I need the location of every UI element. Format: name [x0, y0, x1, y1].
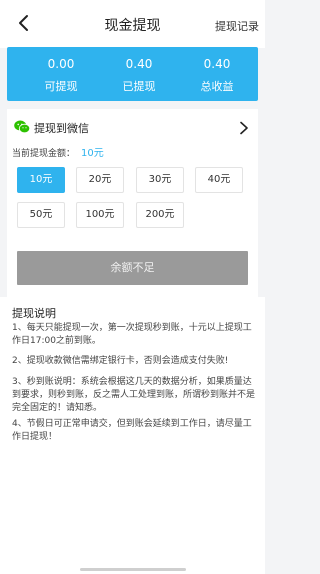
stat-value: 0.40 [125, 57, 153, 71]
nav-bar: 现金提现 提现记录 [0, 0, 265, 48]
withdraw-notes: 提现说明 1、每天只能提现一次，第一次提现秒到账，十元以上提现工作日17:00之… [0, 297, 265, 574]
wechat-icon [14, 120, 30, 134]
withdraw-method-label: 提现到微信 [34, 122, 89, 135]
withdraw-card: 提现到微信 当前提现金额： 10元 10元 20元 30元 40元 50元 100… [7, 109, 258, 297]
note-item: 1、每天只能提现一次，第一次提现秒到账，十元以上提现工作日17:00之前到账。 [12, 323, 252, 346]
stats-panel: 0.00 可提现 0.40 已提现 0.40 总收益 [7, 47, 258, 101]
home-indicator [80, 568, 186, 571]
amount-option-30[interactable]: 30元 [136, 167, 184, 193]
stat-value: 0.00 [47, 57, 75, 71]
current-amount-label: 当前提现金额： [12, 149, 76, 159]
amount-option-40[interactable]: 40元 [195, 167, 243, 193]
withdraw-submit-button[interactable]: 余额不足 [17, 251, 248, 285]
withdraw-method-row[interactable]: 提现到微信 [7, 109, 258, 143]
stat-value: 0.40 [203, 57, 231, 71]
amount-option-200[interactable]: 200元 [136, 202, 184, 228]
stat-label: 可提现 [44, 80, 78, 93]
amount-option-10[interactable]: 10元 [17, 167, 65, 193]
chevron-right-icon [240, 121, 248, 135]
withdraw-record-link[interactable]: 提现记录 [215, 18, 259, 34]
current-amount-value: 10元 [81, 148, 104, 159]
amount-option-100[interactable]: 100元 [76, 202, 124, 228]
stat-label: 已提现 [122, 80, 156, 93]
stat-label: 总收益 [200, 80, 234, 93]
note-item: 2、提现收款微信需绑定银行卡，否则会造成支付失败! [12, 356, 229, 366]
current-amount-row: 当前提现金额： 10元 [12, 144, 104, 159]
note-item: 4、节假日可正常申请交，但到账会延续到工作日，请尽量工作日提现！ [12, 419, 252, 442]
note-item: 3、秒到账说明：系统会根据这几天的数据分析，如果质量达到要求，则秒到账，反之需人… [12, 377, 256, 413]
amount-option-20[interactable]: 20元 [76, 167, 124, 193]
notes-title: 提现说明 [12, 307, 56, 320]
amount-option-50[interactable]: 50元 [17, 202, 65, 228]
